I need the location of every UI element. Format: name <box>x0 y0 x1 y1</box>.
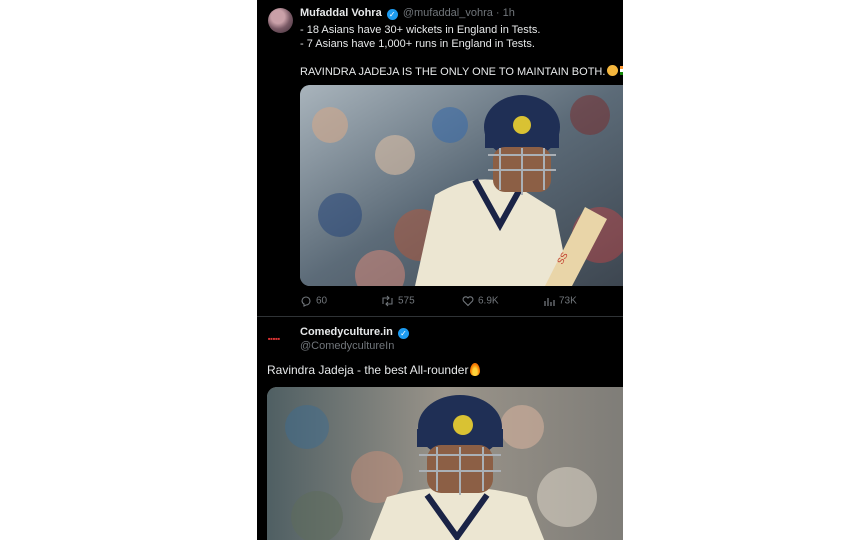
views-button[interactable]: 73K <box>543 295 577 307</box>
cricketer-in-blue-helmet-photo: SS <box>300 85 623 286</box>
verified-badge-icon: ✓ <box>397 328 409 339</box>
tweet-line-highlight: RAVINDRA JADEJA IS THE ONLY ONE TO MAINT… <box>300 65 623 79</box>
avatar[interactable]: ■■■■■ <box>267 331 293 347</box>
divider <box>257 316 623 317</box>
verified-badge-icon: ✓ <box>386 9 398 20</box>
views-chart-icon <box>544 298 555 306</box>
tweet-line: - 7 Asians have 1,000+ runs in England i… <box>300 38 535 50</box>
author-handle[interactable]: @mufaddal_vohra · 1h <box>403 7 515 19</box>
tweet-text: - 18 Asians have 30+ wickets in England … <box>300 23 623 79</box>
reply-count: 60 <box>316 295 328 307</box>
fire-emoji <box>470 363 481 376</box>
retweet-count: 575 <box>398 295 415 307</box>
reply-icon <box>301 296 311 307</box>
tweet-photo[interactable] <box>267 387 623 540</box>
heart-icon <box>462 296 474 307</box>
like-button[interactable]: 6.9K <box>462 295 499 307</box>
tweet-text: Ravindra Jadeja - the best All-rounder <box>267 363 481 377</box>
logo-text-mark: ■■■■■ <box>268 336 281 341</box>
like-count: 6.9K <box>478 295 499 307</box>
reply-button[interactable]: 60 <box>300 295 327 307</box>
author-handle[interactable]: @ComedycultureIn <box>300 339 411 353</box>
avatar[interactable] <box>268 8 293 33</box>
tweet-header: Comedyculture.in ✓ @ComedycultureIn <box>300 325 411 353</box>
tweet-line: - 18 Asians have 30+ wickets in England … <box>300 24 541 36</box>
retweet-icon <box>382 295 393 307</box>
author-name[interactable]: Mufaddal Vohra <box>300 7 382 19</box>
retweet-button[interactable]: 575 <box>381 295 415 307</box>
twitter-feed: Mufaddal Vohra ✓ @mufaddal_vohra · 1h - … <box>257 0 623 540</box>
author-name[interactable]: Comedyculture.in <box>300 326 393 338</box>
cricketer-in-blue-helmet-photo <box>267 387 623 540</box>
tweet-header: Mufaddal Vohra ✓ @mufaddal_vohra · 1h <box>300 7 515 20</box>
tweet-photo[interactable]: SS <box>300 85 623 286</box>
india-flag-emoji <box>620 66 623 75</box>
face-with-hat-emoji <box>607 65 619 76</box>
views-count: 73K <box>559 295 577 307</box>
